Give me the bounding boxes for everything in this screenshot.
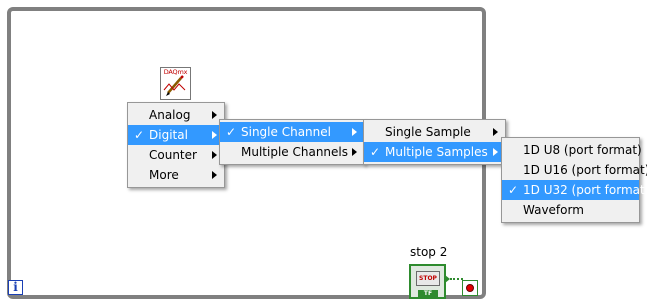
menu-item-waveform[interactable]: Waveform <box>502 200 639 220</box>
menu-item-label: Waveform <box>523 203 584 217</box>
menu-item-1d-u32[interactable]: ✓ 1D U32 (port format) <box>502 180 647 200</box>
format-menu: 1D U8 (port format) 1D U16 (port format)… <box>501 137 647 223</box>
stop-terminal[interactable]: STOP TF <box>409 264 446 299</box>
loop-condition-terminal[interactable] <box>462 280 478 296</box>
submenu-arrow-icon <box>493 148 498 156</box>
submenu-arrow-icon <box>212 151 217 159</box>
menu-item-single-sample[interactable]: Single Sample <box>364 122 505 142</box>
channel-menu: ✓ Single Channel Multiple Channels <box>219 119 365 165</box>
menu-item-label: Digital <box>149 128 188 142</box>
menu-item-label: 1D U16 (port format) <box>523 163 647 177</box>
menu-item-label: 1D U32 (port format) <box>523 183 647 197</box>
menu-item-multiple-channels[interactable]: Multiple Channels <box>220 142 364 162</box>
submenu-arrow-icon <box>493 128 498 136</box>
menu-item-label: Analog <box>149 108 191 122</box>
submenu-arrow-icon <box>352 128 357 136</box>
submenu-arrow-icon <box>212 171 217 179</box>
stop-if-true-icon <box>466 284 474 292</box>
stop-button-icon: STOP <box>416 271 440 286</box>
checkmark-icon: ✓ <box>508 183 519 197</box>
submenu-arrow-icon <box>352 148 357 156</box>
daq-type-menu: Analog ✓ Digital Counter More <box>127 102 225 188</box>
boolean-type-label: TF <box>418 290 438 298</box>
submenu-arrow-icon <box>212 131 217 139</box>
checkmark-icon: ✓ <box>370 145 381 159</box>
menu-item-more[interactable]: More <box>128 165 224 185</box>
stop-button-text: STOP <box>419 275 437 282</box>
menu-item-analog[interactable]: Analog <box>128 105 224 125</box>
iteration-terminal-icon: i <box>8 280 23 295</box>
checkmark-icon: ✓ <box>226 125 237 139</box>
menu-item-label: Multiple Channels <box>241 145 348 159</box>
checkmark-icon: ✓ <box>134 128 145 142</box>
menu-item-single-channel[interactable]: ✓ Single Channel <box>220 122 364 142</box>
iteration-terminal-label: i <box>13 280 18 294</box>
menu-item-multiple-samples[interactable]: ✓ Multiple Samples <box>364 142 505 162</box>
menu-item-label: More <box>149 168 179 182</box>
submenu-arrow-icon <box>212 111 217 119</box>
sample-menu: Single Sample ✓ Multiple Samples <box>363 119 506 165</box>
menu-item-label: Multiple Samples <box>385 145 488 159</box>
daqmx-pencil-glyph <box>163 75 186 96</box>
menu-item-digital[interactable]: ✓ Digital <box>128 125 224 145</box>
menu-item-1d-u8[interactable]: 1D U8 (port format) <box>502 140 642 160</box>
menu-item-label: Counter <box>149 148 197 162</box>
menu-item-label: Single Channel <box>241 125 331 139</box>
menu-item-counter[interactable]: Counter <box>128 145 224 165</box>
menu-item-1d-u16[interactable]: 1D U16 (port format) <box>502 160 647 180</box>
menu-item-label: Single Sample <box>385 125 471 139</box>
daqmx-read-icon[interactable]: DAQmx <box>160 67 191 100</box>
menu-item-label: 1D U8 (port format) <box>523 143 642 157</box>
stop-control-label: stop 2 <box>410 245 448 259</box>
